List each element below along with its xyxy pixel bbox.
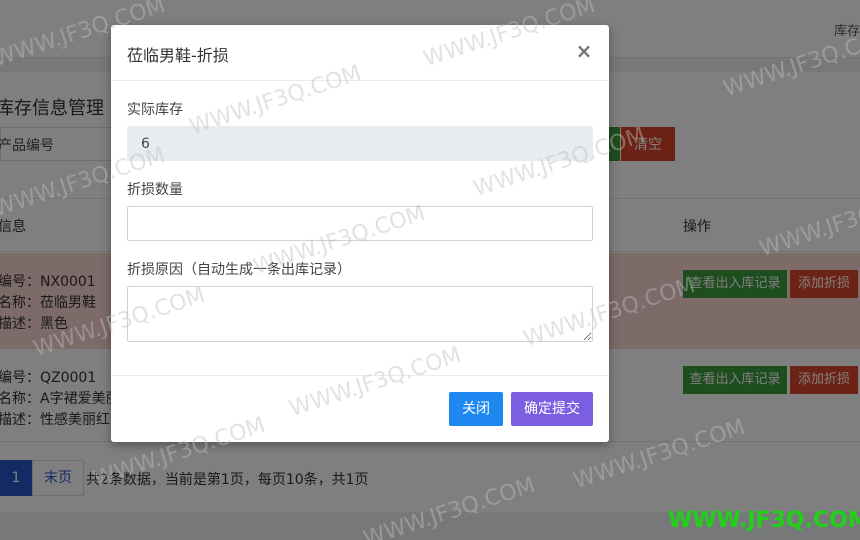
close-button[interactable]: 关闭 (449, 392, 503, 426)
loss-quantity-input[interactable] (127, 206, 593, 241)
loss-reason-textarea[interactable] (127, 286, 593, 342)
close-icon[interactable]: × (573, 39, 595, 63)
dialog-footer: 关闭 确定提交 (111, 375, 609, 442)
loss-dialog: 莅临男鞋-折损 × 实际库存 折损数量 折损原因（自动生成一条出库记录） 关闭 … (111, 25, 609, 442)
loss-quantity-label: 折损数量 (127, 182, 183, 198)
stock-field (127, 126, 593, 161)
stock-label: 实际库存 (127, 102, 183, 118)
watermark-corner-logo: WWW.JF3Q.COM (668, 508, 860, 533)
loss-reason-label: 折损原因（自动生成一条出库记录） (127, 262, 351, 278)
submit-button[interactable]: 确定提交 (511, 392, 593, 426)
dialog-title: 莅临男鞋-折损 (127, 46, 229, 65)
dialog-header: 莅临男鞋-折损 × (111, 25, 609, 81)
